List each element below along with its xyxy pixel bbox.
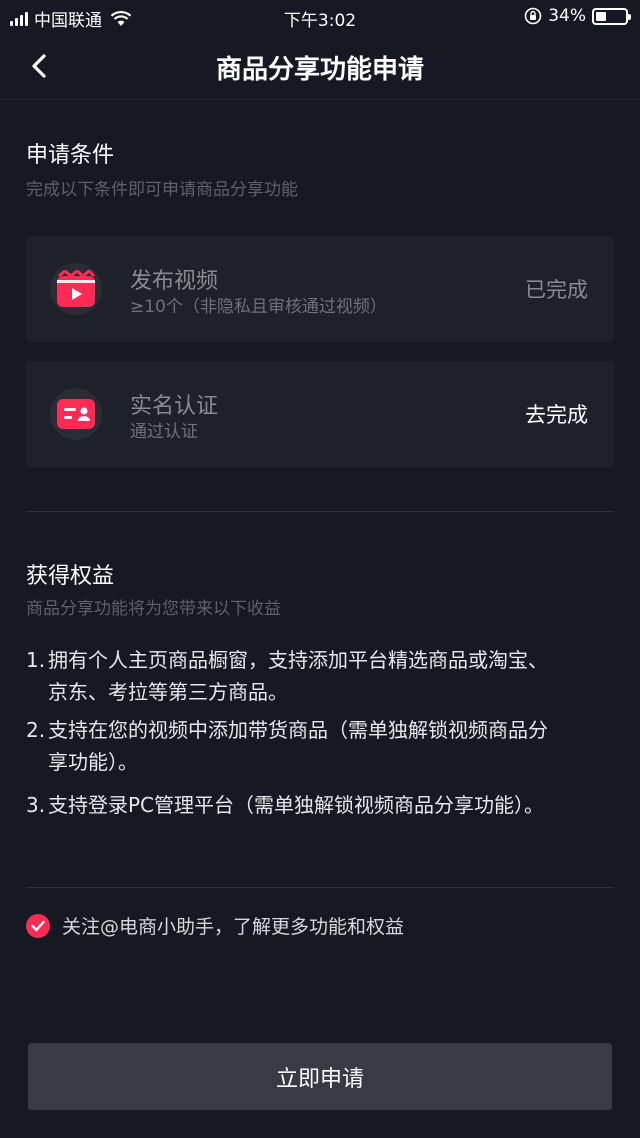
status-bar: 中国联通 下午3:02 34% — [0, 0, 640, 32]
benefit-item: 2. 支持在您的视频中添加带货商品（需单独解锁视频商品分 享功能）。 — [26, 714, 616, 778]
battery-fill — [596, 11, 606, 21]
orientation-lock-icon — [524, 7, 542, 25]
benefit-text-line: 拥有个人主页商品橱窗，支持添加平台精选商品或淘宝、 — [48, 648, 548, 672]
condition-title: 实名认证 — [130, 394, 219, 419]
battery-icon — [592, 7, 631, 25]
benefit-text-line: 享功能）。 — [48, 750, 138, 774]
battery-percent: 34% — [548, 6, 586, 26]
benefit-number: 3. — [26, 793, 46, 817]
condition-card-video[interactable]: 发布视频 ≥10个（非隐私且审核通过视频） 已完成 — [26, 236, 614, 342]
benefit-text-line: 京东、考拉等第三方商品。 — [48, 680, 288, 704]
condition-card-realname[interactable]: 实名认证 通过认证 去完成 — [26, 361, 614, 467]
benefit-text-line: 支持登录PC管理平台（需单独解锁视频商品分享功能）。 — [48, 793, 545, 817]
benefit-item: 1. 拥有个人主页商品橱窗，支持添加平台精选商品或淘宝、 京东、考拉等第三方商品… — [26, 644, 616, 708]
follow-assistant-checkbox[interactable]: 关注@电商小助手，了解更多功能和权益 — [26, 912, 404, 939]
benefit-text-line: 支持在您的视频中添加带货商品（需单独解锁视频商品分 — [48, 718, 548, 742]
conditions-subtitle: 完成以下条件即可申请商品分享功能 — [26, 180, 298, 200]
condition-subtitle: ≥10个（非隐私且审核通过视频） — [130, 297, 387, 317]
condition-status-done: 已完成 — [525, 278, 588, 302]
condition-title: 发布视频 — [130, 269, 219, 294]
go-complete-link[interactable]: 去完成 — [525, 399, 588, 429]
divider — [26, 511, 614, 512]
condition-subtitle: 通过认证 — [130, 422, 198, 442]
divider — [26, 887, 614, 888]
benefits-title: 获得权益 — [26, 564, 115, 589]
follow-assistant-label: 关注@电商小助手，了解更多功能和权益 — [62, 916, 405, 938]
benefit-item: 3. 支持登录PC管理平台（需单独解锁视频商品分享功能）。 — [26, 789, 616, 821]
benefit-number: 1. — [26, 648, 46, 672]
status-right: 34% — [524, 6, 631, 26]
checkmark-icon[interactable] — [26, 913, 50, 938]
benefit-number: 2. — [26, 718, 46, 742]
video-clapper-icon — [50, 263, 102, 315]
nav-bar: 商品分享功能申请 — [0, 32, 640, 100]
page-title: 商品分享功能申请 — [215, 55, 424, 85]
apply-now-button[interactable]: 立即申请 — [28, 1043, 612, 1110]
conditions-title: 申请条件 — [26, 143, 115, 168]
id-card-icon — [50, 388, 102, 440]
benefits-subtitle: 商品分享功能将为您带来以下收益 — [26, 599, 281, 619]
